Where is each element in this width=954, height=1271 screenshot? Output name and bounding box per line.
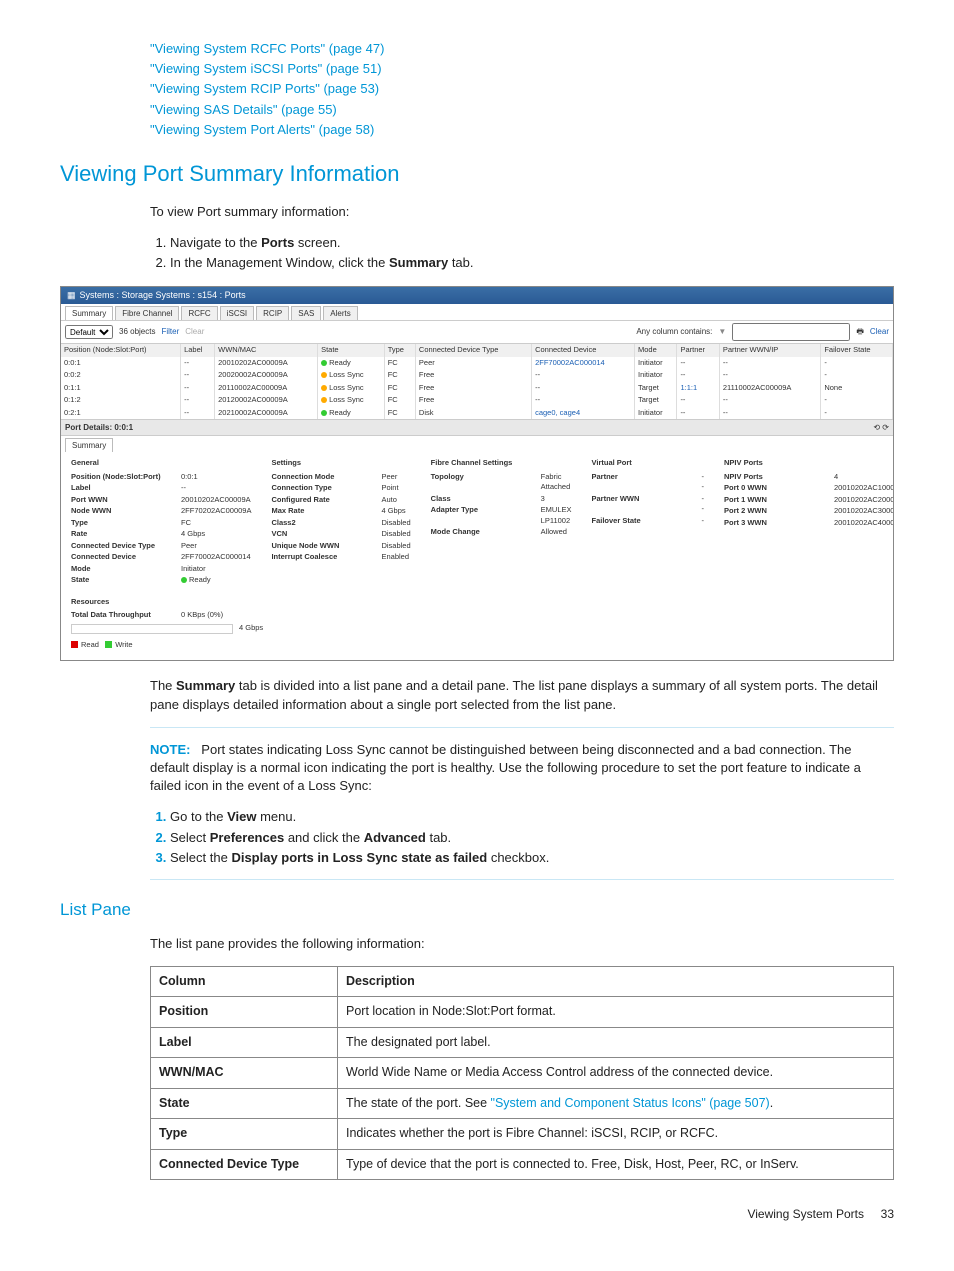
- detail-nav-icons[interactable]: ⟲ ⟳: [873, 422, 889, 433]
- port-details-bar: Port Details: 0:0:1 ⟲ ⟳: [61, 419, 893, 436]
- col-header[interactable]: State: [318, 344, 385, 357]
- object-count: 36 objects: [119, 326, 155, 337]
- col-header[interactable]: WWN/MAC: [215, 344, 318, 357]
- xref-link[interactable]: "Viewing System iSCSI Ports" (page 51): [150, 61, 382, 76]
- table-row[interactable]: 0:0:2--20020002AC00009ALoss SyncFCFree--…: [61, 369, 893, 382]
- tab-rcfc[interactable]: RCFC: [181, 306, 217, 320]
- col-header[interactable]: Label: [181, 344, 215, 357]
- col-header[interactable]: Type: [384, 344, 415, 357]
- column-description: Indicates whether the port is Fibre Chan…: [338, 1119, 894, 1150]
- intro-text: To view Port summary information:: [150, 203, 894, 221]
- note-step: Select Preferences and click the Advance…: [170, 829, 894, 847]
- xref-link[interactable]: "Viewing System Port Alerts" (page 58): [150, 122, 374, 137]
- xref-link[interactable]: "Viewing System RCFC Ports" (page 47): [150, 41, 384, 56]
- subtab-summary[interactable]: Summary: [65, 438, 113, 452]
- column-name: Connected Device Type: [151, 1149, 338, 1180]
- search-label: Any column contains:: [636, 326, 712, 337]
- subsection-heading: List Pane: [60, 898, 894, 922]
- detail-columns: GeneralPosition (Node:Slot:Port)0:0:1Lab…: [61, 452, 893, 593]
- note-label: NOTE:: [150, 742, 190, 757]
- embedded-screenshot: ▦ Systems : Storage Systems : s154 : Por…: [60, 286, 894, 661]
- window-icon: ▦: [67, 289, 76, 302]
- intro-steps: Navigate to the Ports screen. In the Man…: [150, 234, 894, 272]
- note: NOTE: Port states indicating Loss Sync c…: [150, 741, 894, 796]
- table-row: StateThe state of the port. See "System …: [151, 1088, 894, 1119]
- step: Navigate to the Ports screen.: [170, 234, 894, 252]
- xref-link[interactable]: "System and Component Status Icons" (pag…: [491, 1096, 770, 1110]
- table-row[interactable]: 0:2:1--20210002AC00009AReadyFCDiskcage0,…: [61, 407, 893, 420]
- filter-link[interactable]: Filter: [161, 326, 179, 337]
- list-pane-intro: The list pane provides the following inf…: [150, 935, 894, 953]
- column-name: WWN/MAC: [151, 1058, 338, 1089]
- note-text: Port states indicating Loss Sync cannot …: [150, 742, 861, 793]
- filter-toolbar: Default 36 objects Filter Clear Any colu…: [61, 321, 893, 344]
- resources-section: Resources Total Data Throughput 0 KBps (…: [61, 593, 893, 661]
- column-name: Position: [151, 997, 338, 1028]
- table-row: Connected Device TypeType of device that…: [151, 1149, 894, 1180]
- column-description-table: Column Description PositionPort location…: [150, 966, 894, 1181]
- search-input[interactable]: [732, 323, 850, 341]
- clear-search[interactable]: Clear: [870, 326, 889, 337]
- col-header[interactable]: Mode: [635, 344, 677, 357]
- table-row[interactable]: 0:0:1--20010202AC00009AReadyFCPeer2FF700…: [61, 357, 893, 370]
- table-row: TypeIndicates whether the port is Fibre …: [151, 1119, 894, 1150]
- table-row: LabelThe designated port label.: [151, 1027, 894, 1058]
- legend: Read Write: [71, 640, 883, 651]
- col-header[interactable]: Failover State: [821, 344, 893, 357]
- column-description: The designated port label.: [338, 1027, 894, 1058]
- main-tabs: Summary Fibre Channel RCFC iSCSI RCIP SA…: [61, 304, 893, 321]
- column-description: Type of device that the port is connecte…: [338, 1149, 894, 1180]
- throughput-bar: [71, 624, 233, 634]
- window-title: Systems : Storage Systems : s154 : Ports: [80, 289, 246, 302]
- clear-link[interactable]: Clear: [185, 326, 204, 337]
- footer-page-number: 33: [881, 1207, 894, 1221]
- view-dropdown[interactable]: Default: [65, 325, 113, 339]
- col-header[interactable]: Connected Device: [532, 344, 635, 357]
- note-step: Go to the View menu.: [170, 808, 894, 826]
- tab-iscsi[interactable]: iSCSI: [220, 306, 254, 320]
- ports-table: Position (Node:Slot:Port) Label WWN/MAC …: [61, 344, 893, 419]
- tab-rcip[interactable]: RCIP: [256, 306, 289, 320]
- column-name: State: [151, 1088, 338, 1119]
- table-header: Column: [151, 966, 338, 997]
- column-name: Type: [151, 1119, 338, 1150]
- tab-summary[interactable]: Summary: [65, 306, 113, 320]
- tab-fibre-channel[interactable]: Fibre Channel: [115, 306, 179, 320]
- note-step: Select the Display ports in Loss Sync st…: [170, 849, 894, 867]
- table-row[interactable]: 0:1:1--20110002AC00009ALoss SyncFCFree--…: [61, 382, 893, 395]
- column-description: World Wide Name or Media Access Control …: [338, 1058, 894, 1089]
- column-description: The state of the port. See "System and C…: [338, 1088, 894, 1119]
- col-header[interactable]: Position (Node:Slot:Port): [61, 344, 181, 357]
- window-titlebar: ▦ Systems : Storage Systems : s154 : Por…: [61, 287, 893, 304]
- legend-read-color: [71, 641, 78, 648]
- xref-link[interactable]: "Viewing SAS Details" (page 55): [150, 102, 337, 117]
- tab-alerts[interactable]: Alerts: [323, 306, 357, 320]
- col-header[interactable]: Connected Device Type: [415, 344, 531, 357]
- note-steps: Go to the View menu. Select Preferences …: [150, 808, 894, 867]
- print-icon[interactable]: 🖶: [856, 326, 864, 337]
- page-footer: Viewing System Ports 33: [60, 1206, 894, 1223]
- xref-links: "Viewing System RCFC Ports" (page 47) "V…: [150, 40, 894, 139]
- xref-link[interactable]: "Viewing System RCIP Ports" (page 53): [150, 81, 379, 96]
- summary-description: The Summary tab is divided into a list p…: [150, 677, 894, 713]
- tab-sas[interactable]: SAS: [291, 306, 321, 320]
- footer-section: Viewing System Ports: [747, 1207, 864, 1221]
- detail-subtabs: Summary: [61, 436, 893, 452]
- table-row: WWN/MACWorld Wide Name or Media Access C…: [151, 1058, 894, 1089]
- step: In the Management Window, click the Summ…: [170, 254, 894, 272]
- col-header[interactable]: Partner WWN/IP: [719, 344, 820, 357]
- table-row: PositionPort location in Node:Slot:Port …: [151, 997, 894, 1028]
- legend-write-color: [105, 641, 112, 648]
- col-header[interactable]: Partner: [677, 344, 719, 357]
- table-row[interactable]: 0:1:2--20120002AC00009ALoss SyncFCFree--…: [61, 394, 893, 407]
- column-name: Label: [151, 1027, 338, 1058]
- table-header: Description: [338, 966, 894, 997]
- column-description: Port location in Node:Slot:Port format.: [338, 997, 894, 1028]
- section-heading: Viewing Port Summary Information: [60, 159, 894, 190]
